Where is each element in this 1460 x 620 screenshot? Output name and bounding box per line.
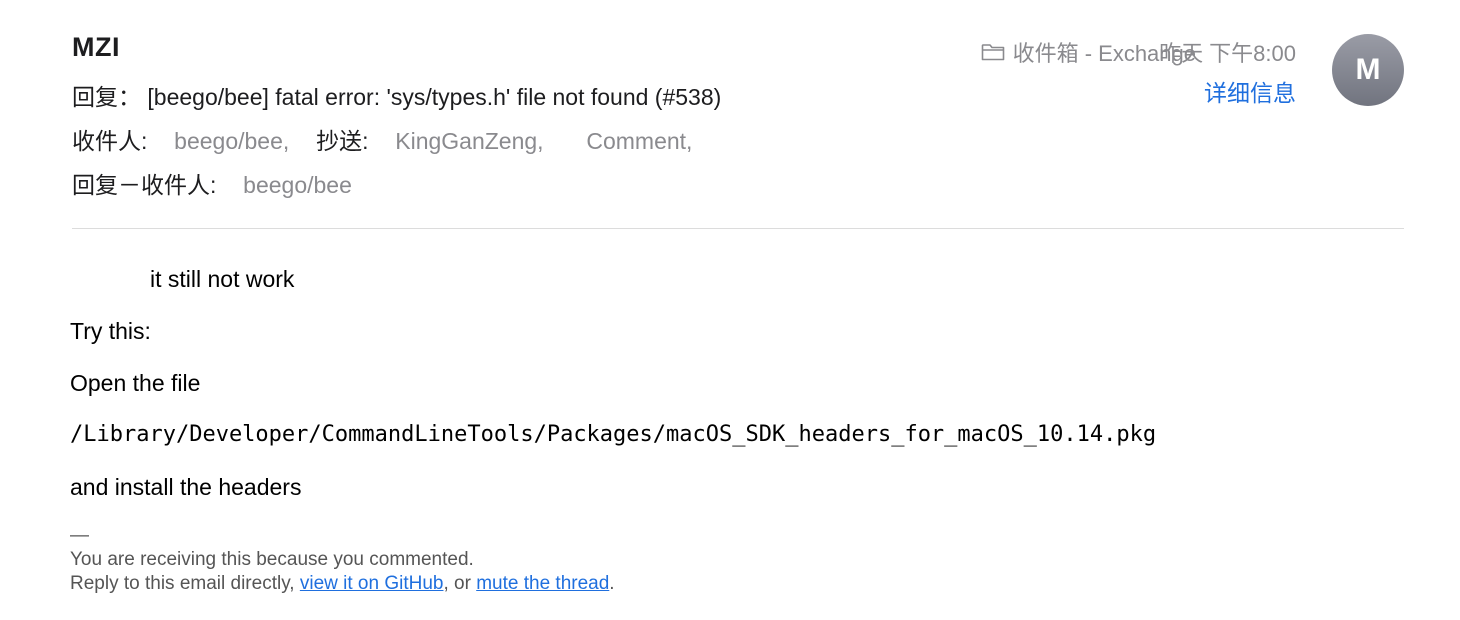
cc-label: 抄送: xyxy=(316,128,369,154)
mute-thread-link[interactable]: mute the thread xyxy=(476,573,609,594)
view-on-github-link[interactable]: view it on GitHub xyxy=(300,573,444,594)
to-recipient[interactable]: beego/bee, xyxy=(174,128,289,154)
recipients-row: 收件人: beego/bee, 抄送: KingGanZeng, Comment… xyxy=(72,122,692,156)
footer-notice: You are receiving this because you comme… xyxy=(70,549,474,570)
footer-reply-line: Reply to this email directly, view it on… xyxy=(70,572,615,596)
footer-reply-middle: , or xyxy=(443,573,477,594)
body-line-quote: it still not work xyxy=(150,266,295,292)
folder-icon xyxy=(981,42,1005,62)
footer-dash: — xyxy=(70,525,89,546)
email-view: MZI 回复： [beego/bee] fatal error: 'sys/ty… xyxy=(0,0,1460,620)
to-label: 收件人: xyxy=(72,128,148,154)
cc-recipient-kingganzeng[interactable]: KingGanZeng, xyxy=(395,128,543,154)
sender-name: MZI xyxy=(72,32,120,62)
received-date: 昨天 下午8:00 xyxy=(1159,41,1296,66)
email-header: MZI 回复： [beego/bee] fatal error: 'sys/ty… xyxy=(72,30,1404,200)
reply-to-recipient[interactable]: beego/bee xyxy=(243,172,352,198)
footer-reply-prefix: Reply to this email directly, xyxy=(70,573,300,594)
body-line-open-file: Open the file xyxy=(70,370,201,396)
reply-to-label: 回复－收件人: xyxy=(72,172,217,198)
details-link[interactable]: 详细信息 xyxy=(1204,74,1296,108)
footer-reply-suffix: . xyxy=(609,573,615,594)
reply-to-row: 回复－收件人: beego/bee xyxy=(72,166,352,200)
subject-line: 回复： [beego/bee] fatal error: 'sys/types.… xyxy=(72,84,722,110)
cc-recipient-comment[interactable]: Comment, xyxy=(586,128,692,154)
email-footer: — You are receiving this because you com… xyxy=(70,524,615,596)
avatar[interactable]: M xyxy=(1332,34,1404,106)
body-line-try-this: Try this: xyxy=(70,318,151,344)
body-line-install: and install the headers xyxy=(70,474,302,500)
header-divider xyxy=(72,228,1404,229)
body-file-path: /Library/Developer/CommandLineTools/Pack… xyxy=(70,422,1157,447)
